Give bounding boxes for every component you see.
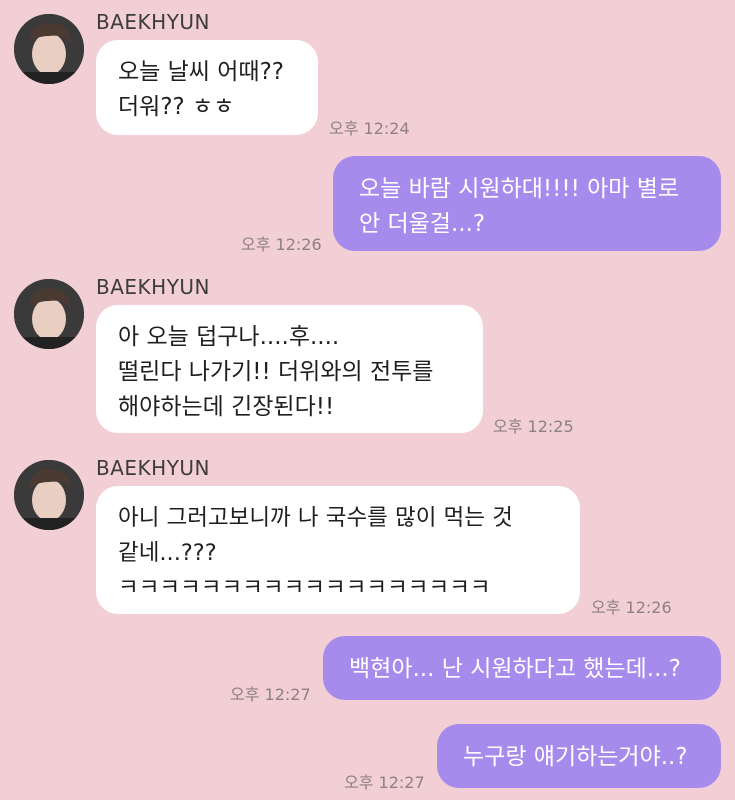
incoming-message-bubble[interactable]: 아니 그러고보니까 나 국수를 많이 먹는 것 같네...??? ㅋㅋㅋㅋㅋㅋㅋ…	[96, 486, 580, 614]
message-timestamp: 오후 12:26	[241, 235, 322, 254]
sender-avatar[interactable]	[14, 279, 84, 349]
chat-thread: BAEKHYUN 오늘 날씨 어때?? 더워?? ㅎㅎ 오후 12:24 오늘 …	[0, 0, 735, 800]
sender-name: BAEKHYUN	[96, 275, 211, 299]
sender-name: BAEKHYUN	[96, 10, 211, 34]
avatar-photo-icon	[14, 14, 84, 84]
avatar-photo-icon	[14, 460, 84, 530]
sender-avatar[interactable]	[14, 14, 84, 84]
message-timestamp: 오후 12:27	[344, 773, 425, 792]
incoming-message-bubble[interactable]: 오늘 날씨 어때?? 더워?? ㅎㅎ	[96, 40, 318, 135]
message-timestamp: 오후 12:24	[329, 119, 410, 138]
incoming-message-bubble[interactable]: 아 오늘 덥구나....후.... 떨린다 나가기!! 더위와의 전투를 해야하…	[96, 305, 483, 433]
message-timestamp: 오후 12:26	[591, 598, 672, 617]
sender-name: BAEKHYUN	[96, 456, 211, 480]
sender-avatar[interactable]	[14, 460, 84, 530]
avatar-photo-icon	[14, 279, 84, 349]
outgoing-message-bubble[interactable]: 누구랑 얘기하는거야..?	[437, 724, 721, 788]
message-timestamp: 오후 12:25	[493, 417, 574, 436]
message-timestamp: 오후 12:27	[230, 685, 311, 704]
outgoing-message-bubble[interactable]: 백현아... 난 시원하다고 했는데...?	[323, 636, 721, 700]
outgoing-message-bubble[interactable]: 오늘 바람 시원하대!!!! 아마 별로 안 더울걸...?	[333, 156, 721, 251]
